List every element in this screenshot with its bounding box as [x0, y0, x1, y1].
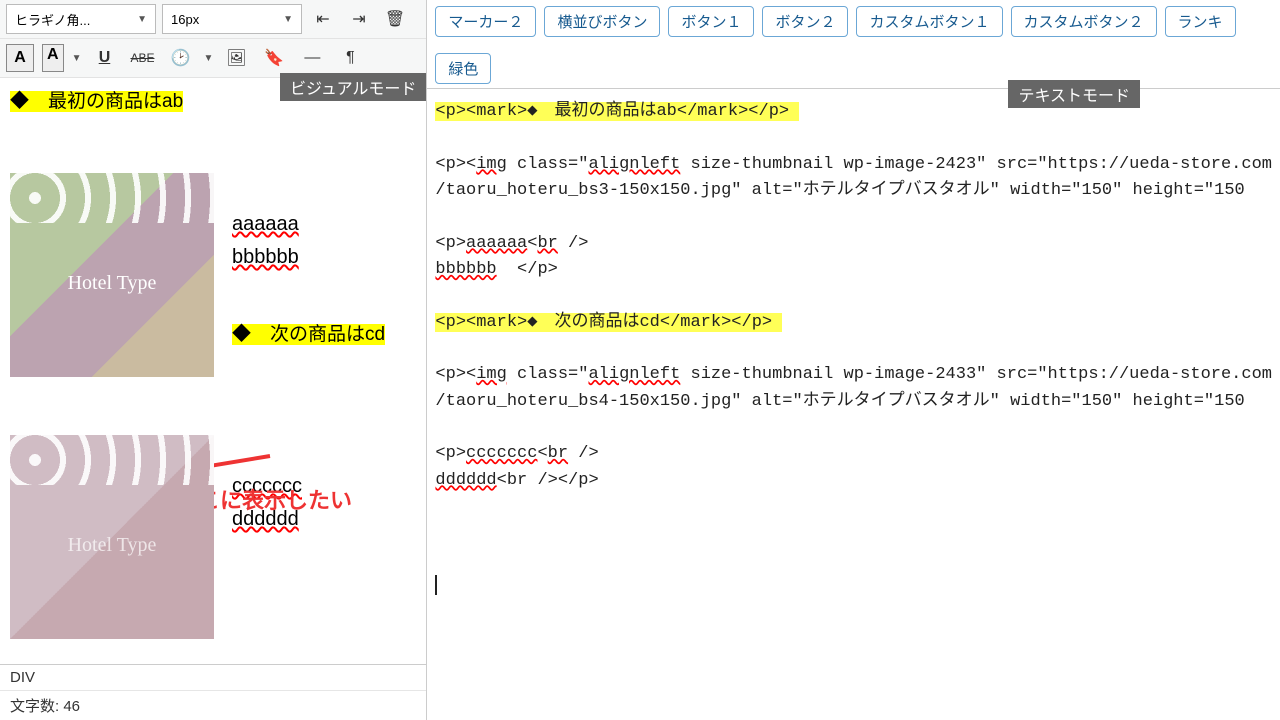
chevron-down-icon[interactable]: ▼	[72, 53, 82, 64]
text-cursor	[435, 575, 437, 595]
visual-editor-pane: ヒラギノ角... ▼ 16px ▼ ⇤ ⇥ 🗑 A A ▼ U ABE 🕑 ▼ …	[0, 0, 427, 720]
code-line: <p><mark>◆ 最初の商品はab</mark></p>	[435, 102, 799, 121]
button1-button[interactable]: ボタン１	[668, 6, 754, 37]
green-button[interactable]: 緑色	[435, 53, 491, 84]
strikethrough-icon[interactable]: ABE	[127, 43, 157, 73]
visual-toolbar-row2: A A ▼ U ABE 🕑 ▼ 🖼 🔖 — ¶ ビジュアルモード	[0, 39, 426, 78]
button2-button[interactable]: ボタン２	[762, 6, 848, 37]
highlight-color-icon[interactable]: A	[42, 44, 64, 72]
pilcrow-icon[interactable]: ¶	[335, 43, 365, 73]
template-icon[interactable]: 🗑	[380, 4, 410, 34]
clock-icon[interactable]: 🕑	[165, 43, 195, 73]
font-size-select[interactable]: 16px ▼	[162, 4, 302, 34]
text-aaaa: aaaaaa	[232, 213, 385, 236]
text-editor-pane: マーカー２ 横並びボタン ボタン１ ボタン２ カスタムボタン１ カスタムボタン２…	[427, 0, 1280, 720]
custom2-button[interactable]: カスタムボタン２	[1011, 6, 1157, 37]
visual-toolbar-row1: ヒラギノ角... ▼ 16px ▼ ⇤ ⇥ 🗑	[0, 0, 426, 39]
marker2-button[interactable]: マーカー２	[435, 6, 536, 37]
image-icon[interactable]: 🖼	[221, 43, 251, 73]
text-mode-button-row: マーカー２ 横並びボタン ボタン１ ボタン２ カスタムボタン１ カスタムボタン２…	[427, 0, 1280, 89]
text-content[interactable]: <p><mark>◆ 最初の商品はab</mark></p> <p><img c…	[427, 89, 1280, 720]
font-size-value: 16px	[171, 12, 199, 27]
outdent-icon[interactable]: ⇤	[308, 4, 338, 34]
thumbnail-caption: Hotel Type	[10, 272, 214, 295]
next-product-heading: ◆ 次の商品はcd	[232, 324, 385, 345]
text-bbbb: bbbbbb	[232, 246, 385, 269]
ranking-button[interactable]: ランキ	[1165, 6, 1236, 37]
element-path: DIV	[0, 665, 426, 690]
visual-footer: DIV 文字数: 46	[0, 664, 426, 720]
horizontal-buttons-button[interactable]: 横並びボタン	[544, 6, 660, 37]
product-thumbnail: Hotel Type	[10, 435, 214, 639]
code-line: <p><mark>◆ 次の商品はcd</mark></p>	[435, 313, 782, 332]
product-thumbnail: Hotel Type	[10, 173, 214, 377]
text-mode-label: テキストモード	[1008, 80, 1140, 108]
underline-icon[interactable]: U	[89, 43, 119, 73]
font-family-select[interactable]: ヒラギノ角... ▼	[6, 4, 156, 34]
thumbnail-caption: Hotel Type	[10, 534, 214, 557]
chevron-down-icon: ▼	[137, 14, 147, 25]
text-color-icon[interactable]: A	[6, 44, 34, 72]
first-product-heading: ◆ 最初の商品はab	[10, 91, 183, 112]
chevron-down-icon: ▼	[283, 14, 293, 25]
custom1-button[interactable]: カスタムボタン１	[856, 6, 1002, 37]
visual-content[interactable]: ◆ 最初の商品はab Hotel Type aaaaaa bbbbbb ◆ 次の…	[0, 78, 426, 664]
chevron-down-icon[interactable]: ▼	[203, 53, 213, 64]
indent-icon[interactable]: ⇥	[344, 4, 374, 34]
char-count: 文字数: 46	[0, 690, 426, 720]
font-family-value: ヒラギノ角...	[15, 10, 90, 29]
bookmark-icon[interactable]: 🔖	[259, 43, 289, 73]
hr-icon[interactable]: —	[297, 43, 327, 73]
